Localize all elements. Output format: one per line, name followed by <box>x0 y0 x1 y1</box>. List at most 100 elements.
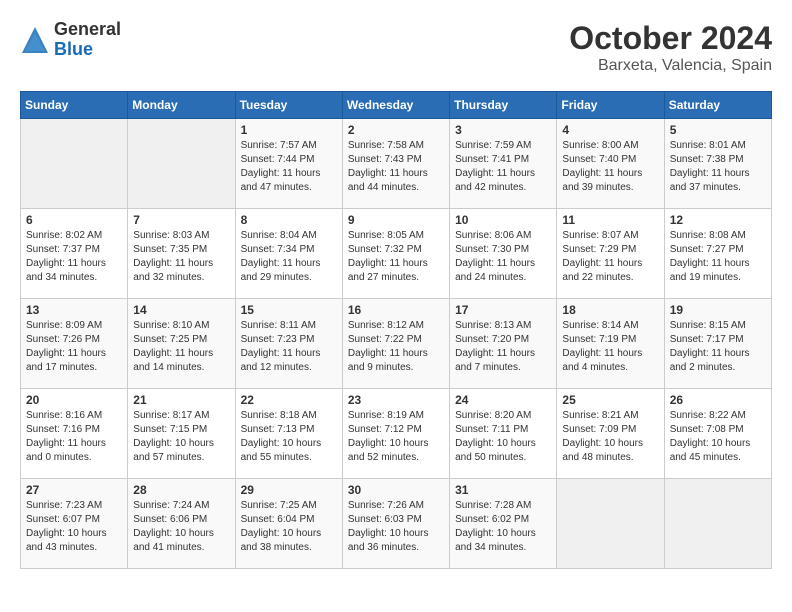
calendar-cell: 26 Sunrise: 8:22 AM Sunset: 7:08 PM Dayli… <box>664 389 771 479</box>
day-number: 16 <box>348 303 444 317</box>
day-info: Sunrise: 8:17 AM Sunset: 7:15 PM Dayligh… <box>133 409 229 465</box>
logo-general-text: General <box>54 20 121 40</box>
day-info: Sunrise: 8:14 AM Sunset: 7:19 PM Dayligh… <box>562 319 658 375</box>
week-row-4: 20Sunrise: 8:16 AM Sunset: 7:16 PM Dayli… <box>21 389 772 479</box>
calendar-header: SundayMondayTuesdayWednesdayThursdayFrid… <box>21 92 772 119</box>
day-number: 5 <box>670 123 766 137</box>
day-number: 8 <box>241 213 337 227</box>
day-info: Sunrise: 8:05 AM Sunset: 7:32 PM Dayligh… <box>348 229 444 285</box>
day-number: 3 <box>455 123 551 137</box>
day-number: 6 <box>26 213 122 227</box>
calendar-cell: 13 Sunrise: 8:09 AM Sunset: 7:26 PM Dayli… <box>21 299 128 389</box>
day-info: Sunrise: 7:26 AM Sunset: 6:03 PM Dayligh… <box>348 499 444 555</box>
calendar-cell: 27 Sunrise: 7:23 AM Sunset: 6:07 PM Dayli… <box>21 479 128 569</box>
day-number: 31 <box>455 483 551 497</box>
day-number: 30 <box>348 483 444 497</box>
day-info: Sunrise: 8:01 AM Sunset: 7:38 PM Dayligh… <box>670 139 766 195</box>
day-number: 15 <box>241 303 337 317</box>
calendar-cell: 1Sunrise: 7:57 AM Sunset: 7:44 PM Daylig… <box>235 119 342 209</box>
day-number: 23 <box>348 393 444 407</box>
calendar-cell: 5 Sunrise: 8:01 AM Sunset: 7:38 PM Daylig… <box>664 119 771 209</box>
day-info: Sunrise: 8:15 AM Sunset: 7:17 PM Dayligh… <box>670 319 766 375</box>
calendar-cell: 20Sunrise: 8:16 AM Sunset: 7:16 PM Dayli… <box>21 389 128 479</box>
calendar-cell: 18 Sunrise: 8:14 AM Sunset: 7:19 PM Dayli… <box>557 299 664 389</box>
calendar-cell <box>128 119 235 209</box>
day-number: 25 <box>562 393 658 407</box>
day-number: 10 <box>455 213 551 227</box>
day-info: Sunrise: 8:21 AM Sunset: 7:09 PM Dayligh… <box>562 409 658 465</box>
page-header: General Blue October 2024 Barxeta, Valen… <box>20 20 772 75</box>
calendar-cell: 23 Sunrise: 8:19 AM Sunset: 7:12 PM Dayli… <box>342 389 449 479</box>
day-number: 19 <box>670 303 766 317</box>
calendar-cell: 7Sunrise: 8:03 AM Sunset: 7:35 PM Daylig… <box>128 209 235 299</box>
day-number: 14 <box>133 303 229 317</box>
day-number: 24 <box>455 393 551 407</box>
calendar-cell: 3 Sunrise: 7:59 AM Sunset: 7:41 PM Daylig… <box>450 119 557 209</box>
column-header-tuesday: Tuesday <box>235 92 342 119</box>
day-info: Sunrise: 7:58 AM Sunset: 7:43 PM Dayligh… <box>348 139 444 195</box>
day-number: 11 <box>562 213 658 227</box>
day-number: 27 <box>26 483 122 497</box>
column-header-sunday: Sunday <box>21 92 128 119</box>
day-number: 12 <box>670 213 766 227</box>
calendar-cell: 6 Sunrise: 8:02 AM Sunset: 7:37 PM Daylig… <box>21 209 128 299</box>
calendar-cell: 9 Sunrise: 8:05 AM Sunset: 7:32 PM Daylig… <box>342 209 449 299</box>
day-info: Sunrise: 8:00 AM Sunset: 7:40 PM Dayligh… <box>562 139 658 195</box>
day-info: Sunrise: 7:59 AM Sunset: 7:41 PM Dayligh… <box>455 139 551 195</box>
day-info: Sunrise: 7:28 AM Sunset: 6:02 PM Dayligh… <box>455 499 551 555</box>
day-number: 17 <box>455 303 551 317</box>
day-number: 21 <box>133 393 229 407</box>
calendar-cell: 30 Sunrise: 7:26 AM Sunset: 6:03 PM Dayli… <box>342 479 449 569</box>
day-number: 13 <box>26 303 122 317</box>
day-info: Sunrise: 8:18 AM Sunset: 7:13 PM Dayligh… <box>241 409 337 465</box>
day-number: 29 <box>241 483 337 497</box>
day-info: Sunrise: 8:11 AM Sunset: 7:23 PM Dayligh… <box>241 319 337 375</box>
calendar-cell: 24Sunrise: 8:20 AM Sunset: 7:11 PM Dayli… <box>450 389 557 479</box>
calendar-cell: 29Sunrise: 7:25 AM Sunset: 6:04 PM Dayli… <box>235 479 342 569</box>
day-number: 20 <box>26 393 122 407</box>
column-header-thursday: Thursday <box>450 92 557 119</box>
logo-blue-text: Blue <box>54 40 121 60</box>
day-number: 2 <box>348 123 444 137</box>
calendar-cell: 11 Sunrise: 8:07 AM Sunset: 7:29 PM Dayli… <box>557 209 664 299</box>
calendar-cell <box>557 479 664 569</box>
calendar-table: SundayMondayTuesdayWednesdayThursdayFrid… <box>20 91 772 569</box>
week-row-5: 27 Sunrise: 7:23 AM Sunset: 6:07 PM Dayli… <box>21 479 772 569</box>
day-info: Sunrise: 8:02 AM Sunset: 7:37 PM Dayligh… <box>26 229 122 285</box>
calendar-cell: 28Sunrise: 7:24 AM Sunset: 6:06 PM Dayli… <box>128 479 235 569</box>
day-info: Sunrise: 8:09 AM Sunset: 7:26 PM Dayligh… <box>26 319 122 375</box>
day-number: 9 <box>348 213 444 227</box>
week-row-3: 13 Sunrise: 8:09 AM Sunset: 7:26 PM Dayli… <box>21 299 772 389</box>
location-text: Barxeta, Valencia, Spain <box>569 57 772 75</box>
column-header-wednesday: Wednesday <box>342 92 449 119</box>
day-number: 26 <box>670 393 766 407</box>
calendar-cell: 4Sunrise: 8:00 AM Sunset: 7:40 PM Daylig… <box>557 119 664 209</box>
day-number: 18 <box>562 303 658 317</box>
day-info: Sunrise: 8:13 AM Sunset: 7:20 PM Dayligh… <box>455 319 551 375</box>
calendar-cell: 25 Sunrise: 8:21 AM Sunset: 7:09 PM Dayli… <box>557 389 664 479</box>
day-number: 22 <box>241 393 337 407</box>
logo-icon <box>20 25 50 55</box>
day-info: Sunrise: 8:07 AM Sunset: 7:29 PM Dayligh… <box>562 229 658 285</box>
calendar-body: 1Sunrise: 7:57 AM Sunset: 7:44 PM Daylig… <box>21 119 772 569</box>
day-info: Sunrise: 8:08 AM Sunset: 7:27 PM Dayligh… <box>670 229 766 285</box>
calendar-cell: 17 Sunrise: 8:13 AM Sunset: 7:20 PM Dayli… <box>450 299 557 389</box>
calendar-cell: 22 Sunrise: 8:18 AM Sunset: 7:13 PM Dayli… <box>235 389 342 479</box>
calendar-cell: 16Sunrise: 8:12 AM Sunset: 7:22 PM Dayli… <box>342 299 449 389</box>
calendar-cell: 19 Sunrise: 8:15 AM Sunset: 7:17 PM Dayli… <box>664 299 771 389</box>
day-info: Sunrise: 8:22 AM Sunset: 7:08 PM Dayligh… <box>670 409 766 465</box>
day-number: 1 <box>241 123 337 137</box>
day-info: Sunrise: 8:10 AM Sunset: 7:25 PM Dayligh… <box>133 319 229 375</box>
calendar-cell: 12 Sunrise: 8:08 AM Sunset: 7:27 PM Dayli… <box>664 209 771 299</box>
logo: General Blue <box>20 20 121 60</box>
week-row-1: 1Sunrise: 7:57 AM Sunset: 7:44 PM Daylig… <box>21 119 772 209</box>
calendar-cell: 2 Sunrise: 7:58 AM Sunset: 7:43 PM Daylig… <box>342 119 449 209</box>
day-info: Sunrise: 7:23 AM Sunset: 6:07 PM Dayligh… <box>26 499 122 555</box>
week-row-2: 6 Sunrise: 8:02 AM Sunset: 7:37 PM Daylig… <box>21 209 772 299</box>
month-title: October 2024 <box>569 20 772 57</box>
calendar-cell: 10Sunrise: 8:06 AM Sunset: 7:30 PM Dayli… <box>450 209 557 299</box>
day-info: Sunrise: 8:19 AM Sunset: 7:12 PM Dayligh… <box>348 409 444 465</box>
day-info: Sunrise: 8:04 AM Sunset: 7:34 PM Dayligh… <box>241 229 337 285</box>
calendar-cell <box>664 479 771 569</box>
title-block: October 2024 Barxeta, Valencia, Spain <box>569 20 772 75</box>
